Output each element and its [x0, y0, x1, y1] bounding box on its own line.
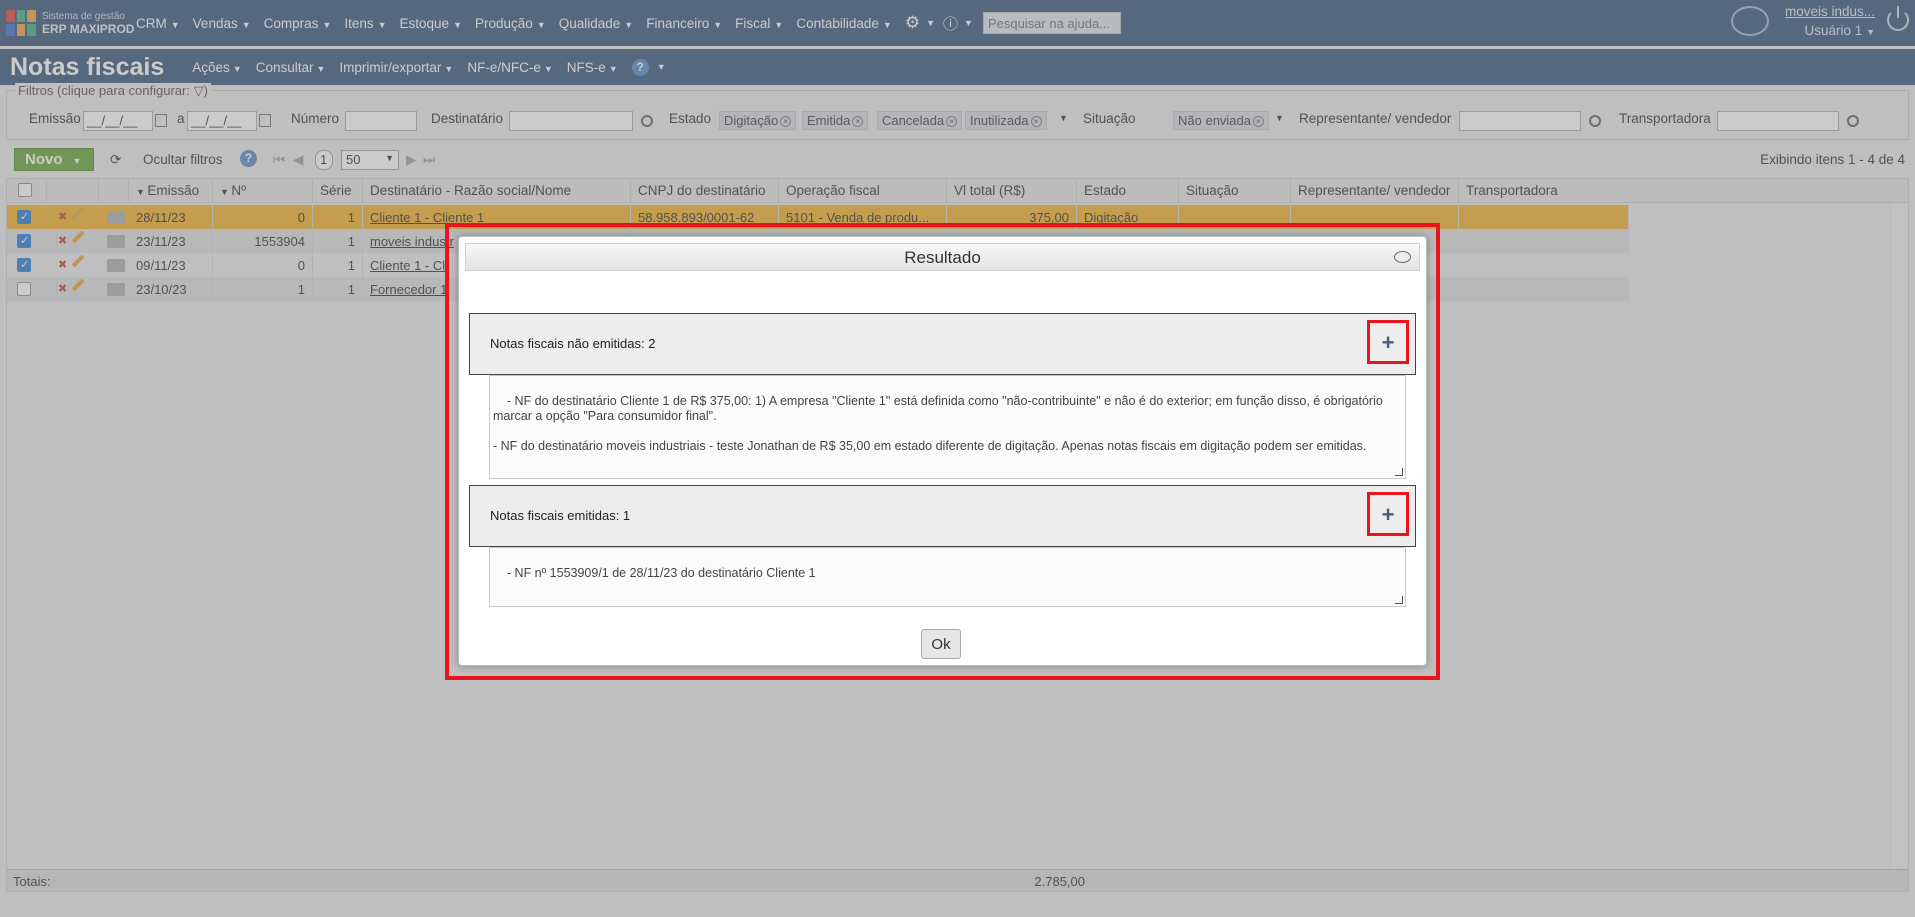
chat-icon[interactable] [1394, 251, 1411, 263]
expand-not-emitted-button[interactable]: + [1367, 320, 1409, 364]
plus-icon: + [1381, 330, 1395, 355]
section-not-emitted: Notas fiscais não emitidas: 2 + [469, 313, 1416, 375]
resize-handle-icon[interactable] [1395, 468, 1403, 476]
section-not-emitted-label: Notas fiscais não emitidas: 2 [490, 336, 656, 351]
not-emitted-textarea[interactable]: - NF do destinatário Cliente 1 de R$ 375… [489, 375, 1406, 479]
dialog-title: Resultado [465, 243, 1420, 271]
expand-emitted-button[interactable]: + [1367, 492, 1409, 536]
emitted-textarea[interactable]: - NF nº 1553909/1 de 28/11/23 do destina… [489, 547, 1406, 607]
resize-handle-icon[interactable] [1395, 596, 1403, 604]
section-emitted-label: Notas fiscais emitidas: 1 [490, 508, 631, 523]
section-emitted: Notas fiscais emitidas: 1 + [469, 485, 1416, 547]
result-dialog: Resultado Notas fiscais não emitidas: 2 … [458, 236, 1427, 666]
ok-button[interactable]: Ok [921, 629, 961, 659]
plus-icon: + [1381, 502, 1395, 527]
